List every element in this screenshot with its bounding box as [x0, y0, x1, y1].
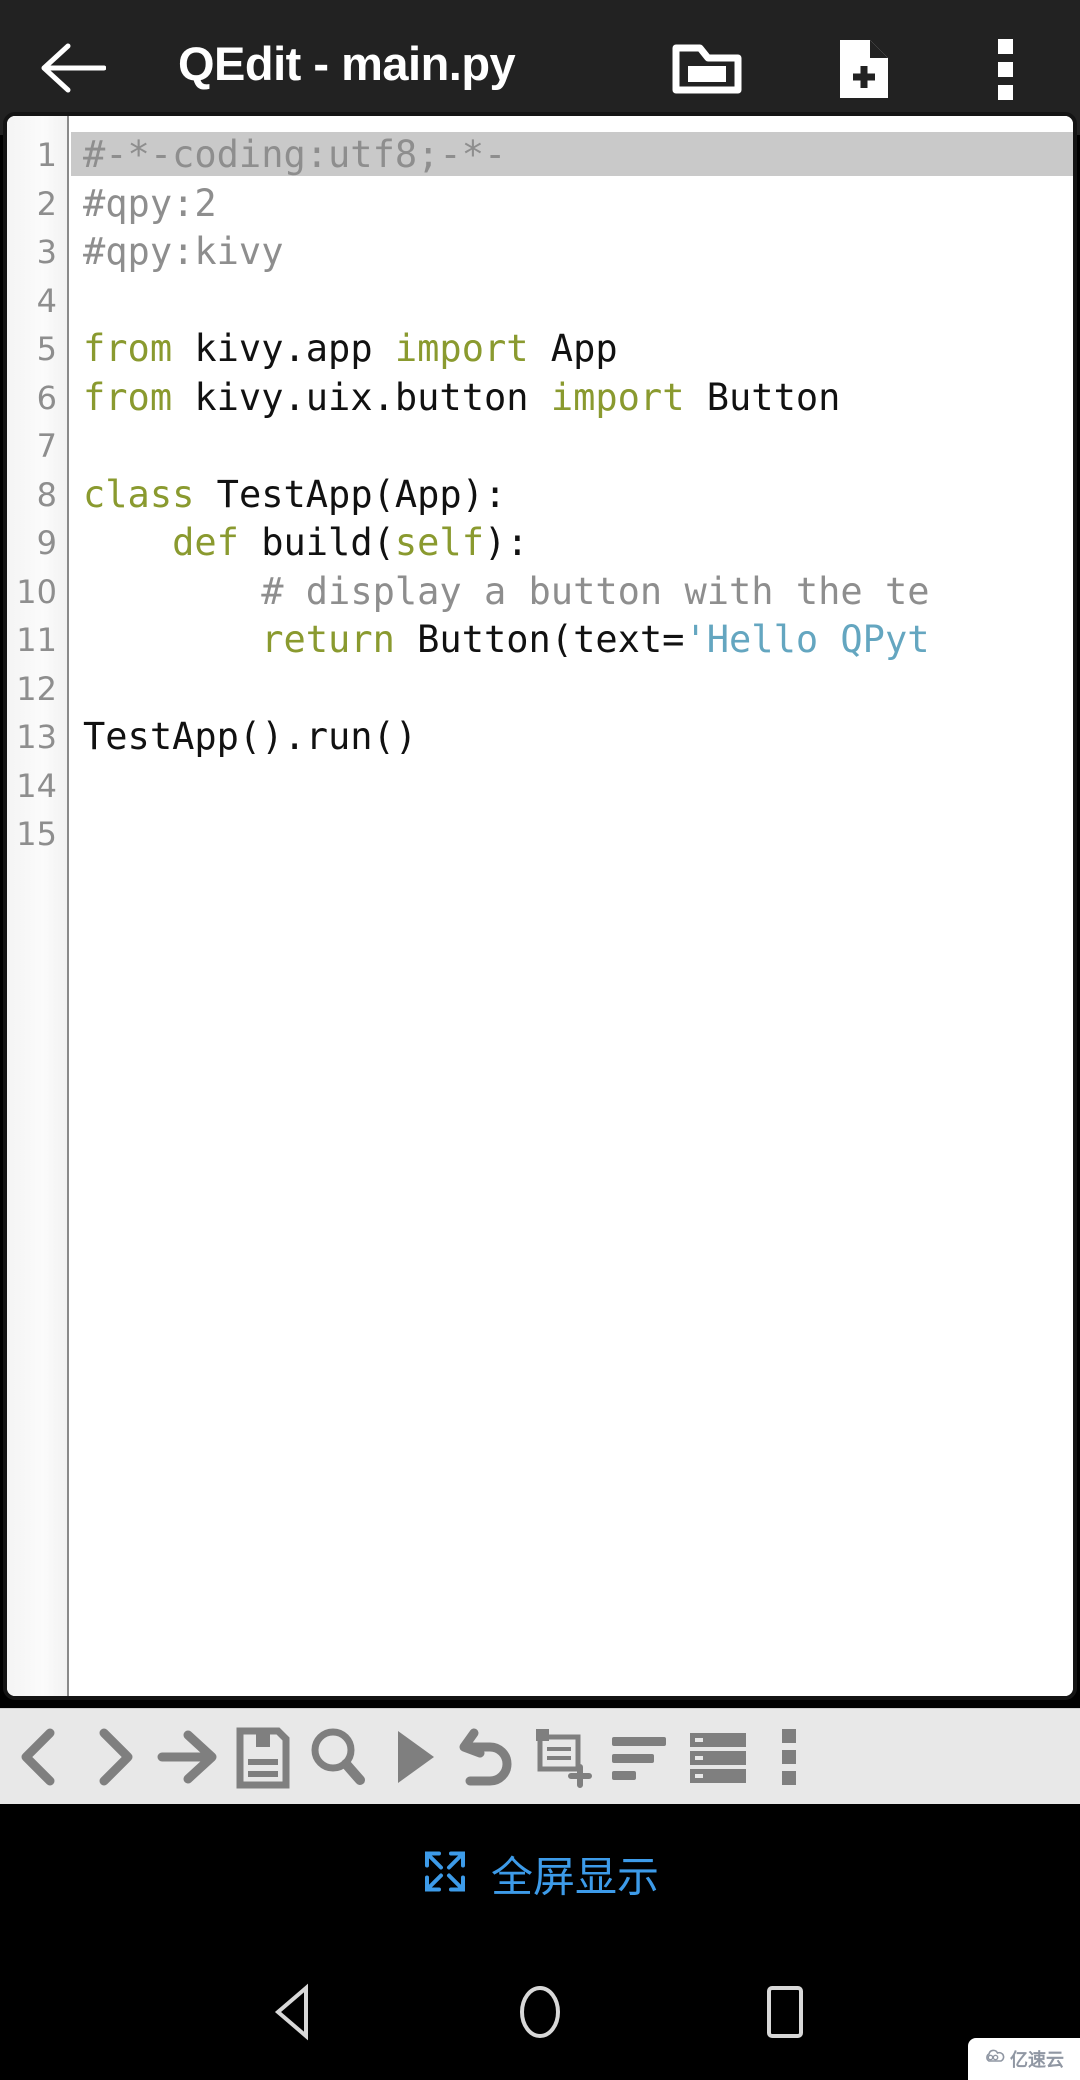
toolbar-overflow-button[interactable] [768, 1723, 808, 1791]
watermark: 亿速云 [968, 2038, 1080, 2080]
line-number: 5 [36, 330, 57, 368]
chevron-right-icon [78, 1723, 150, 1791]
code-line: #-*-coding:utf8;-*- [83, 136, 506, 173]
code-token: def [172, 521, 239, 564]
code-line: #qpy:2 [83, 185, 217, 222]
line-number: 4 [36, 281, 57, 320]
run-button[interactable] [376, 1723, 448, 1791]
next-button[interactable] [78, 1723, 150, 1791]
line-number: 7 [36, 427, 57, 465]
android-home-button[interactable] [508, 1980, 572, 2044]
code-line: # display a button with the te [83, 569, 930, 613]
code-token: # display a button with the te [261, 569, 930, 613]
code-token: TestApp().run() [83, 715, 418, 758]
editor-toolbar [0, 1708, 1080, 1804]
line-number: 2 [36, 184, 57, 223]
line-number-gutter: 1 2 3 4 5 6 7 8 9 10 11 12 13 14 15 [7, 116, 69, 1696]
code-token: self [394, 521, 484, 564]
floppy-disk-icon [226, 1723, 298, 1791]
code-token: Button(text= [394, 618, 685, 661]
line-number: 8 [36, 475, 57, 514]
screen-root: QEdit - main.py 1 2 3 4 5 6 7 8 9 10 11 … [0, 0, 1080, 2080]
more-vertical-icon [986, 39, 1026, 106]
code-token: 'Hello QPyt [684, 618, 930, 661]
code-token: #qpy:2 [83, 181, 217, 225]
line-number: 10 [16, 572, 57, 611]
android-back-button[interactable] [262, 1980, 326, 2044]
align-left-icon [604, 1723, 676, 1791]
format-lines-button[interactable] [604, 1723, 676, 1791]
prev-button[interactable] [4, 1723, 76, 1791]
file-plus-icon [828, 40, 898, 106]
folder-open-icon [672, 44, 742, 102]
square-icon [756, 1986, 814, 2048]
line-number: 3 [36, 233, 57, 271]
code-token: #qpy:kivy [83, 230, 284, 273]
code-text-area[interactable]: #-*-coding:utf8;-*- #qpy:2 #qpy:kivy from k… [71, 116, 1073, 1696]
insert-snippet-button[interactable] [528, 1723, 600, 1791]
android-nav-bar [0, 1944, 1080, 2080]
watermark-text: 亿速云 [1010, 2050, 1064, 2071]
code-line: #qpy:kivy [83, 233, 283, 270]
code-line: class TestApp(App): [83, 476, 506, 513]
more-vertical-icon [768, 1723, 808, 1791]
expand-fullscreen-icon [421, 1848, 469, 1901]
code-token: from [83, 375, 173, 419]
code-token: class [83, 472, 195, 516]
android-recents-button[interactable] [756, 1980, 814, 2044]
code-token: ): [483, 521, 529, 564]
page-title: QEdit - main.py [178, 37, 516, 90]
code-line: from kivy.app import App [83, 330, 618, 367]
line-number: 11 [16, 621, 57, 659]
appbar-overflow-button[interactable] [986, 36, 1026, 102]
play-icon [376, 1723, 448, 1791]
arrow-right-icon [152, 1723, 224, 1791]
code-token: Button [684, 375, 841, 419]
magnifier-icon [300, 1723, 372, 1791]
code-line: from kivy.uix.button import Button [83, 379, 840, 416]
search-button[interactable] [300, 1723, 372, 1791]
triangle-left-icon [262, 1983, 326, 2048]
indent-tab-button[interactable] [152, 1723, 224, 1791]
code-token: #-*-coding:utf8;-*- [83, 133, 507, 176]
line-number: 12 [16, 669, 57, 708]
code-line: TestApp().run() [83, 718, 417, 755]
code-token: build( [238, 521, 395, 564]
window-plus-icon [528, 1723, 600, 1791]
undo-arrow-icon [452, 1723, 524, 1791]
code-line: def build(self): [83, 521, 529, 564]
fullscreen-hint-label: 全屏显示 [490, 1852, 660, 1902]
list-rows-icon [682, 1723, 754, 1791]
line-number: 9 [36, 524, 57, 562]
line-number: 13 [16, 718, 57, 756]
code-line: return Button(text='Hello QPyt [83, 618, 930, 661]
fullscreen-hint-bar: 全屏显示 [0, 1804, 1080, 1944]
chevron-left-icon [4, 1723, 76, 1791]
new-file-button[interactable] [828, 36, 898, 102]
code-token: kivy.uix.button [172, 375, 551, 419]
line-number: 15 [16, 815, 57, 853]
open-folder-button[interactable] [672, 36, 742, 98]
cloud-logo-icon [984, 2049, 1006, 2070]
code-token: App [528, 327, 618, 370]
code-token: return [261, 618, 395, 661]
undo-button[interactable] [452, 1723, 524, 1791]
list-view-button[interactable] [682, 1723, 754, 1791]
circle-icon [508, 1986, 572, 2048]
code-token: TestApp(App): [194, 472, 507, 516]
code-token: kivy.app [172, 327, 395, 370]
code-editor[interactable]: 1 2 3 4 5 6 7 8 9 10 11 12 13 14 15 #-*-coding:utf8;-*… [3, 112, 1077, 1700]
line-number: 6 [36, 378, 57, 417]
line-number: 1 [36, 136, 57, 174]
code-token: from [83, 327, 173, 370]
line-number: 14 [16, 766, 57, 805]
save-button[interactable] [226, 1723, 298, 1791]
fullscreen-toggle[interactable]: 全屏显示 [421, 1844, 659, 1905]
code-token: import [550, 375, 685, 419]
code-token: import [394, 327, 529, 370]
arrow-left-icon[interactable] [40, 40, 107, 96]
